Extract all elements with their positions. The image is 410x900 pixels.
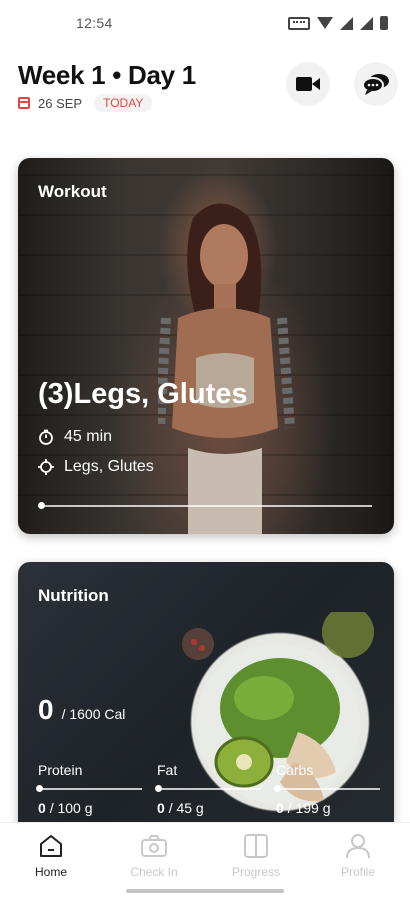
progress-icon [244, 834, 268, 858]
header: Week 1 • Day 1 26 SEP TODAY [18, 60, 398, 120]
nutrition-card[interactable]: Nutrition 0 / 1600 Cal Protein 0 / 100 g… [18, 562, 394, 852]
timer-icon [39, 429, 53, 445]
macro-goal: / 45 g [168, 800, 204, 816]
nutrition-label: Nutrition [38, 586, 109, 605]
date-row: 26 SEP TODAY [18, 94, 153, 112]
page-title: Week 1 • Day 1 [18, 60, 196, 90]
macro-progress-handle [155, 785, 162, 792]
workout-progress-handle [38, 502, 45, 509]
chat-button[interactable] [354, 62, 398, 106]
calorie-value: 0 [38, 694, 54, 725]
battery-icon [380, 16, 388, 30]
calendar-icon [18, 97, 30, 109]
macro-goal: / 199 g [287, 800, 331, 816]
screenshot-icon [288, 16, 310, 30]
macro-current: 0 [157, 800, 165, 816]
signal-icon-2 [360, 16, 373, 30]
calorie-summary: 0 / 1600 Cal [38, 694, 125, 726]
macro-goal: / 100 g [49, 800, 93, 816]
macro-current: 0 [276, 800, 284, 816]
target-text: Legs, Glutes [64, 458, 154, 475]
status-time: 12:54 [76, 15, 113, 31]
nav-check-in[interactable]: Check In [113, 833, 195, 879]
macro-protein: Protein 0 / 100 g [36, 762, 142, 816]
camera-icon [141, 835, 167, 857]
workout-label: Workout [38, 182, 107, 201]
nav-home-label: Home [34, 865, 67, 879]
macro-label: Protein [38, 762, 83, 778]
nav-home[interactable]: Home [10, 833, 92, 879]
profile-icon [346, 834, 370, 859]
macro-value: 0 / 100 g [38, 800, 142, 816]
calorie-goal: / 1600 Cal [61, 706, 126, 722]
signal-icon [340, 16, 353, 30]
macro-current: 0 [38, 800, 46, 816]
macro-progress-bar [155, 785, 261, 792]
video-camera-icon [296, 77, 320, 91]
macro-progress-bar [36, 785, 142, 792]
nav-profile-label: Profile [340, 865, 375, 879]
nav-profile[interactable]: Profile [317, 833, 399, 879]
macro-progress-handle [274, 785, 281, 792]
today-badge: TODAY [94, 94, 153, 112]
home-icon [40, 835, 62, 857]
macro-fat: Fat 0 / 45 g [155, 762, 261, 816]
nav-progress-label: Progress [231, 865, 281, 879]
macro-value: 0 / 199 g [276, 800, 380, 816]
workout-card[interactable]: Workout (3)Legs, Glutes 45 min Legs, Glu… [18, 158, 394, 534]
macro-progress-handle [36, 785, 43, 792]
nav-progress[interactable]: Progress [215, 833, 297, 879]
workout-title: (3)Legs, Glutes [38, 378, 248, 410]
chat-bubbles-icon [362, 74, 389, 95]
status-bar: 12:54 [0, 0, 410, 46]
macro-carbs: Carbs 0 / 199 g [274, 762, 380, 816]
macro-value: 0 / 45 g [157, 800, 261, 816]
wifi-icon [317, 17, 333, 29]
workout-duration: 45 min [38, 428, 112, 446]
date-text: 26 SEP [38, 95, 83, 111]
athlete-photo [158, 203, 295, 534]
workout-target: Legs, Glutes [38, 458, 154, 476]
nav-check-in-label: Check In [130, 865, 178, 879]
duration-text: 45 min [64, 428, 113, 445]
status-icons [288, 16, 388, 30]
macro-label: Carbs [276, 762, 314, 778]
home-indicator [126, 889, 284, 893]
target-icon [38, 459, 54, 475]
video-call-button[interactable] [286, 62, 330, 106]
macro-label: Fat [157, 762, 178, 778]
macro-progress-bar [274, 785, 380, 792]
workout-progress-bar [38, 502, 372, 509]
